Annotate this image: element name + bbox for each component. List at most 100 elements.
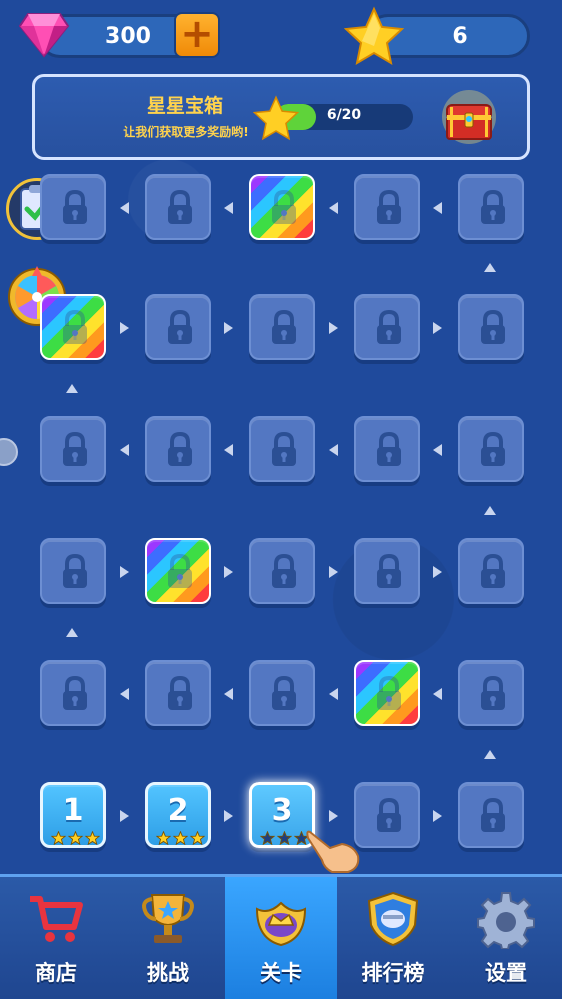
cart-icon [30, 896, 83, 942]
bottom-tab-bar: 商店 挑战 关卡 排行榜 设置 [0, 874, 562, 999]
locked-level-tile[interactable] [354, 538, 420, 604]
locked-level-tile[interactable] [145, 660, 211, 726]
tab-leaderboard[interactable]: 排行榜 [337, 877, 449, 999]
path-arrow-icon [329, 810, 338, 822]
locked-level-tile[interactable] [145, 294, 211, 360]
rainbow-locked-level-tile[interactable] [40, 294, 106, 360]
lock-icon [168, 554, 192, 588]
path-arrow-icon [66, 384, 78, 393]
level-star-icon [84, 831, 100, 845]
locked-level-tile[interactable] [354, 294, 420, 360]
tab-shop[interactable]: 商店 [0, 877, 112, 999]
path-arrow-icon [120, 810, 129, 822]
path-arrow-icon [329, 322, 338, 334]
locked-level-tile[interactable] [354, 416, 420, 482]
star-icon [344, 6, 404, 65]
lock-icon [63, 554, 87, 588]
lock-icon [63, 310, 87, 344]
lock-icon [481, 190, 505, 224]
rainbow-locked-level-tile[interactable] [249, 174, 315, 240]
tab-label: 商店 [35, 961, 77, 985]
path-arrow-icon [329, 444, 338, 456]
tab-levels[interactable]: 关卡 [225, 877, 337, 999]
path-arrow-icon [224, 322, 233, 334]
lock-icon [481, 432, 505, 466]
lock-icon [377, 798, 401, 832]
path-arrow-icon [433, 810, 442, 822]
locked-level-tile[interactable] [249, 660, 315, 726]
path-arrow-icon [484, 750, 496, 759]
lock-icon [63, 676, 87, 710]
locked-level-tile[interactable] [40, 416, 106, 482]
chest-title: 星星宝箱 [146, 95, 223, 117]
level-star-icon [67, 831, 83, 845]
rainbow-locked-level-tile[interactable] [354, 660, 420, 726]
lock-icon [377, 190, 401, 224]
lock-icon [481, 676, 505, 710]
locked-level-tile[interactable] [249, 416, 315, 482]
lock-icon [481, 798, 505, 832]
pointing-hand-icon [306, 830, 360, 873]
path-arrow-icon [224, 810, 233, 822]
path-arrow-icon [484, 506, 496, 515]
tab-label: 关卡 [260, 961, 302, 985]
gem-icon [18, 13, 70, 58]
locked-level-tile[interactable] [458, 294, 524, 360]
lock-icon [272, 554, 296, 588]
path-arrow-icon [120, 202, 129, 214]
gear-icon [477, 892, 535, 949]
locked-level-tile[interactable] [249, 294, 315, 360]
rainbow-locked-level-tile[interactable] [145, 538, 211, 604]
buy-gems-button[interactable]: + [174, 12, 220, 58]
tab-label: 排行榜 [361, 961, 425, 985]
tab-settings[interactable]: 设置 [450, 877, 562, 999]
path-arrow-icon [224, 566, 233, 578]
lock-icon [168, 190, 192, 224]
path-arrow-icon [433, 322, 442, 334]
lock-icon [63, 432, 87, 466]
path-arrow-icon [329, 202, 338, 214]
locked-level-tile[interactable] [249, 538, 315, 604]
lock-icon [481, 310, 505, 344]
locked-level-tile[interactable] [40, 538, 106, 604]
path-arrow-icon [484, 263, 496, 272]
locked-level-tile[interactable] [458, 782, 524, 848]
lock-icon [63, 190, 87, 224]
locked-level-tile[interactable] [40, 660, 106, 726]
level-stars [152, 831, 208, 845]
path-arrow-icon [433, 444, 442, 456]
path-arrow-icon [66, 628, 78, 637]
locked-level-tile[interactable] [40, 174, 106, 240]
locked-level-tile[interactable] [145, 416, 211, 482]
locked-level-tile[interactable] [145, 174, 211, 240]
level-tile-1[interactable]: 1 [40, 782, 106, 848]
crown-badge-icon [255, 901, 307, 947]
level-number: 1 [62, 793, 84, 828]
locked-level-tile[interactable] [458, 660, 524, 726]
locked-level-tile[interactable] [458, 538, 524, 604]
tab-label: 挑战 [147, 961, 189, 985]
level-tile-2[interactable]: 2 [145, 782, 211, 848]
treasure-chest-icon[interactable] [441, 89, 497, 145]
path-arrow-icon [120, 444, 129, 456]
locked-level-tile[interactable] [458, 416, 524, 482]
path-arrow-icon [329, 688, 338, 700]
tab-challenge[interactable]: 挑战 [112, 877, 224, 999]
lock-icon [168, 676, 192, 710]
level-star-icon [155, 831, 171, 845]
top-bar: 300 + 6 [0, 0, 562, 70]
path-arrow-icon [120, 322, 129, 334]
level-star-icon [189, 831, 205, 845]
lock-icon [377, 310, 401, 344]
lock-icon [272, 190, 296, 224]
path-arrow-icon [120, 688, 129, 700]
level-number: 3 [271, 793, 293, 828]
locked-level-tile[interactable] [458, 174, 524, 240]
path-arrow-icon [433, 566, 442, 578]
path-arrow-icon [120, 566, 129, 578]
progress-star-icon [253, 95, 299, 141]
level-star-icon [172, 831, 188, 845]
locked-level-tile[interactable] [354, 174, 420, 240]
star-chest-panel[interactable]: 星星宝箱 让我们获取更多奖励哟! 6/20 [32, 74, 530, 160]
path-arrow-icon [224, 444, 233, 456]
